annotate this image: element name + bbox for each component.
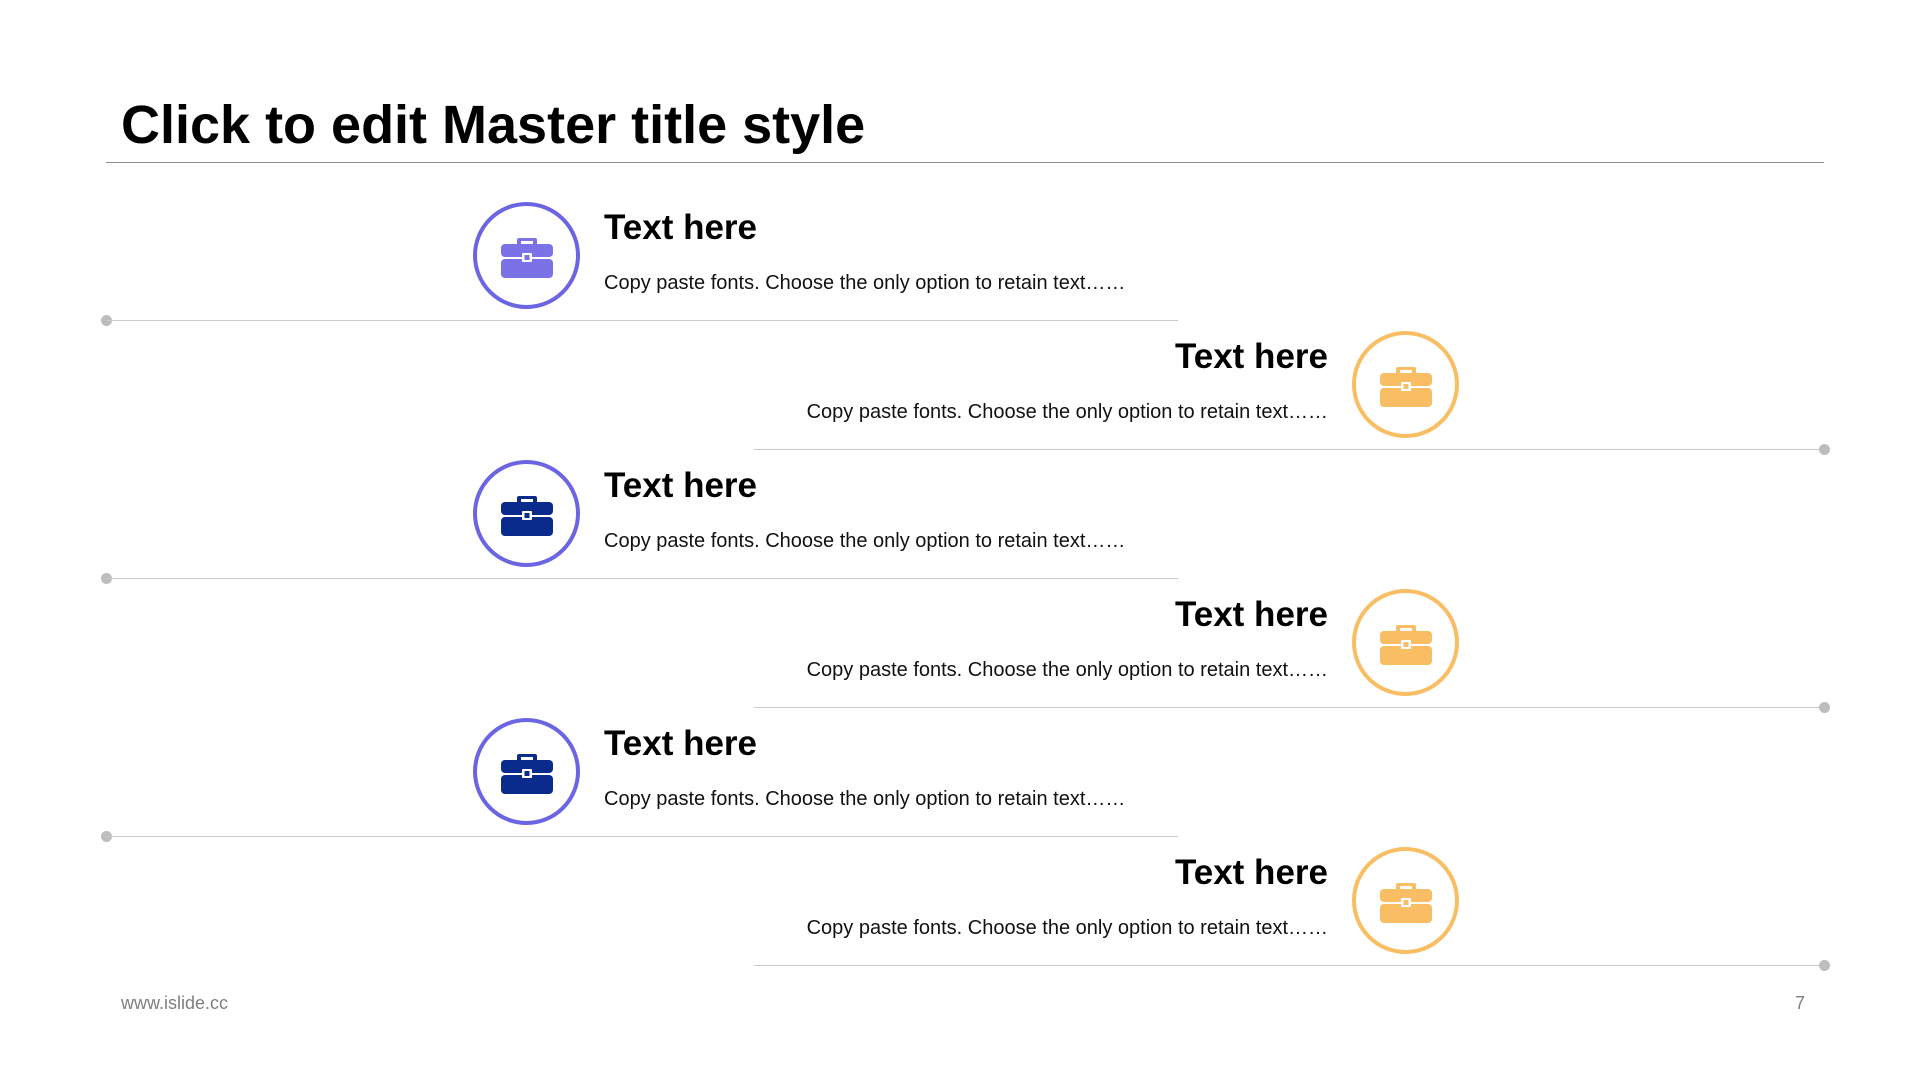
item-text-1[interactable]: Copy paste fonts. Choose the only option… <box>604 269 1125 297</box>
timeline-line-3 <box>106 578 1178 579</box>
briefcase-icon <box>501 496 553 536</box>
item-heading-3[interactable]: Text here <box>604 464 757 508</box>
icon-ring-1 <box>473 202 580 309</box>
briefcase-icon <box>1380 883 1432 923</box>
item-heading-5[interactable]: Text here <box>604 722 757 766</box>
footer-url: www.islide.cc <box>121 993 229 1013</box>
icon-ring-4 <box>1352 589 1459 696</box>
item-text-4[interactable]: Copy paste fonts. Choose the only option… <box>807 656 1328 684</box>
briefcase-icon <box>1380 625 1432 665</box>
timeline-line-2 <box>754 449 1824 450</box>
briefcase-icon <box>501 754 553 794</box>
timeline-line-4 <box>754 707 1824 708</box>
item-heading-1[interactable]: Text here <box>604 206 757 250</box>
page-number: 7 <box>1795 993 1806 1013</box>
timeline-dot-6 <box>1819 960 1830 971</box>
icon-ring-3 <box>473 460 580 567</box>
item-heading-2[interactable]: Text here <box>1175 335 1328 379</box>
item-text-2[interactable]: Copy paste fonts. Choose the only option… <box>807 398 1328 426</box>
icon-ring-2 <box>1352 331 1459 438</box>
item-text-5[interactable]: Copy paste fonts. Choose the only option… <box>604 785 1125 813</box>
timeline-dot-2 <box>1819 444 1830 455</box>
icon-ring-6 <box>1352 847 1459 954</box>
title-underline <box>106 162 1824 163</box>
item-text-6[interactable]: Copy paste fonts. Choose the only option… <box>807 914 1328 942</box>
briefcase-icon <box>1380 367 1432 407</box>
item-text-3[interactable]: Copy paste fonts. Choose the only option… <box>604 527 1125 555</box>
item-heading-4[interactable]: Text here <box>1175 593 1328 637</box>
timeline-line-1 <box>106 320 1178 321</box>
item-heading-6[interactable]: Text here <box>1175 851 1328 895</box>
slide-title[interactable]: Click to edit Master title style <box>121 90 865 160</box>
timeline-line-5 <box>106 836 1178 837</box>
timeline-dot-4 <box>1819 702 1830 713</box>
timeline-line-6 <box>754 965 1824 966</box>
briefcase-icon <box>501 238 553 278</box>
icon-ring-5 <box>473 718 580 825</box>
